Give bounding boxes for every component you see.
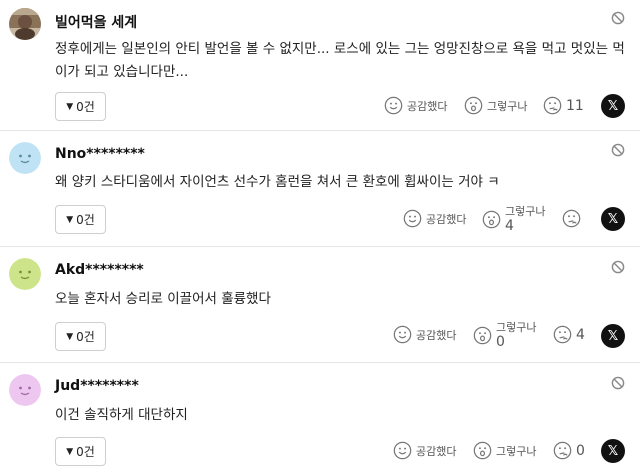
- wow-count: 4: [505, 218, 514, 234]
- surprised-icon: [482, 210, 501, 229]
- reply-count: 0건: [76, 100, 95, 114]
- comment-nickname: Nno********: [55, 146, 145, 162]
- comment-item: Akd******** 오늘 혼자서 승리로 이끌어서 훌륭했다 ▼ 0건 공감…: [0, 247, 640, 363]
- comment-item: Nno******** 왜 양키 스타디움에서 자이언츠 선수가 홈런을 쳐서 …: [0, 131, 640, 247]
- wow-label: 그렇구나: [496, 321, 537, 334]
- comment-nickname: Jud********: [55, 378, 139, 394]
- avatar-face-icon: [9, 258, 41, 290]
- triangle-down-icon: ▼: [66, 101, 74, 112]
- avatar-photo-icon: [9, 8, 41, 40]
- think-button[interactable]: 0: [553, 441, 585, 460]
- thinking-icon: [553, 325, 572, 344]
- x-share-icon[interactable]: 𝕏: [601, 207, 625, 231]
- thinking-icon: [553, 441, 572, 460]
- reply-toggle-button[interactable]: ▼ 0건: [55, 322, 106, 351]
- triangle-down-icon: ▼: [66, 446, 74, 457]
- empathize-button[interactable]: 공감했다: [384, 96, 447, 115]
- wow-label: 그렇구나: [496, 444, 537, 458]
- surprised-icon: [473, 441, 492, 460]
- comment-nickname: Akd********: [55, 262, 144, 278]
- smile-icon: [403, 209, 422, 228]
- x-share-icon[interactable]: 𝕏: [601, 439, 625, 463]
- surprised-icon: [464, 96, 483, 115]
- empathize-label: 공감했다: [416, 328, 457, 342]
- comment-nickname: 빌어먹을 세계: [55, 15, 138, 31]
- wow-button[interactable]: 그렇구나 4: [482, 205, 545, 233]
- triangle-down-icon: ▼: [66, 331, 74, 342]
- reply-count: 0건: [76, 330, 95, 344]
- think-count: 0: [576, 442, 585, 459]
- x-share-icon[interactable]: 𝕏: [601, 324, 625, 348]
- empathize-button[interactable]: 공감했다: [393, 325, 456, 344]
- smile-icon: [393, 325, 412, 344]
- smile-icon: [384, 96, 403, 115]
- reply-toggle-button[interactable]: ▼ 0건: [55, 437, 106, 466]
- reply-toggle-button[interactable]: ▼ 0건: [55, 92, 106, 121]
- comment-text: 왜 양키 스타디움에서 자이언츠 선수가 홈런을 쳐서 큰 환호에 휩싸이는 거…: [55, 174, 500, 190]
- empathize-label: 공감했다: [416, 444, 457, 458]
- think-button[interactable]: [562, 209, 585, 228]
- think-button[interactable]: 11: [543, 96, 584, 115]
- reply-count: 0건: [76, 213, 95, 227]
- comment-text: 오늘 혼자서 승리로 이끌어서 훌륭했다: [55, 291, 271, 307]
- triangle-down-icon: ▼: [66, 214, 74, 225]
- thinking-icon: [562, 209, 581, 228]
- block-icon[interactable]: [611, 11, 625, 25]
- block-icon[interactable]: [611, 143, 625, 157]
- wow-button[interactable]: 그렇구나 0: [473, 321, 536, 349]
- block-icon[interactable]: [611, 260, 625, 274]
- avatar: [9, 8, 41, 40]
- avatar: [9, 374, 41, 406]
- empathize-label: 공감했다: [407, 99, 448, 113]
- block-icon[interactable]: [611, 376, 625, 390]
- wow-label: 그렇구나: [487, 99, 528, 113]
- reply-count: 0건: [76, 445, 95, 459]
- x-share-icon[interactable]: 𝕏: [601, 94, 625, 118]
- think-count: 11: [566, 97, 584, 114]
- comment-item: 빌어먹을 세계 정후에게는 일본인의 안티 발언을 볼 수 없지만... 로스에…: [0, 0, 640, 131]
- wow-button[interactable]: 그렇구나: [473, 441, 536, 460]
- comment-text: 이건 솔직하게 대단하지: [55, 407, 188, 423]
- avatar: [9, 142, 41, 174]
- reply-toggle-button[interactable]: ▼ 0건: [55, 205, 106, 234]
- smile-icon: [393, 441, 412, 460]
- comment-item: Jud******** 이건 솔직하게 대단하지 ▼ 0건 공감했다 그렇구나 …: [0, 363, 640, 476]
- wow-count: 0: [496, 334, 505, 350]
- avatar-face-icon: [9, 142, 41, 174]
- think-button[interactable]: 4: [553, 325, 585, 344]
- empathize-button[interactable]: 공감했다: [403, 209, 466, 228]
- avatar: [9, 258, 41, 290]
- empathize-label: 공감했다: [426, 212, 467, 226]
- wow-button[interactable]: 그렇구나: [464, 96, 527, 115]
- think-count: 4: [576, 326, 585, 343]
- comment-text: 정후에게는 일본인의 안티 발언을 볼 수 없지만... 로스에 있는 그는 엉…: [55, 41, 625, 80]
- surprised-icon: [473, 326, 492, 345]
- thinking-icon: [543, 96, 562, 115]
- empathize-button[interactable]: 공감했다: [393, 441, 456, 460]
- wow-label: 그렇구나: [505, 205, 546, 218]
- avatar-face-icon: [9, 374, 41, 406]
